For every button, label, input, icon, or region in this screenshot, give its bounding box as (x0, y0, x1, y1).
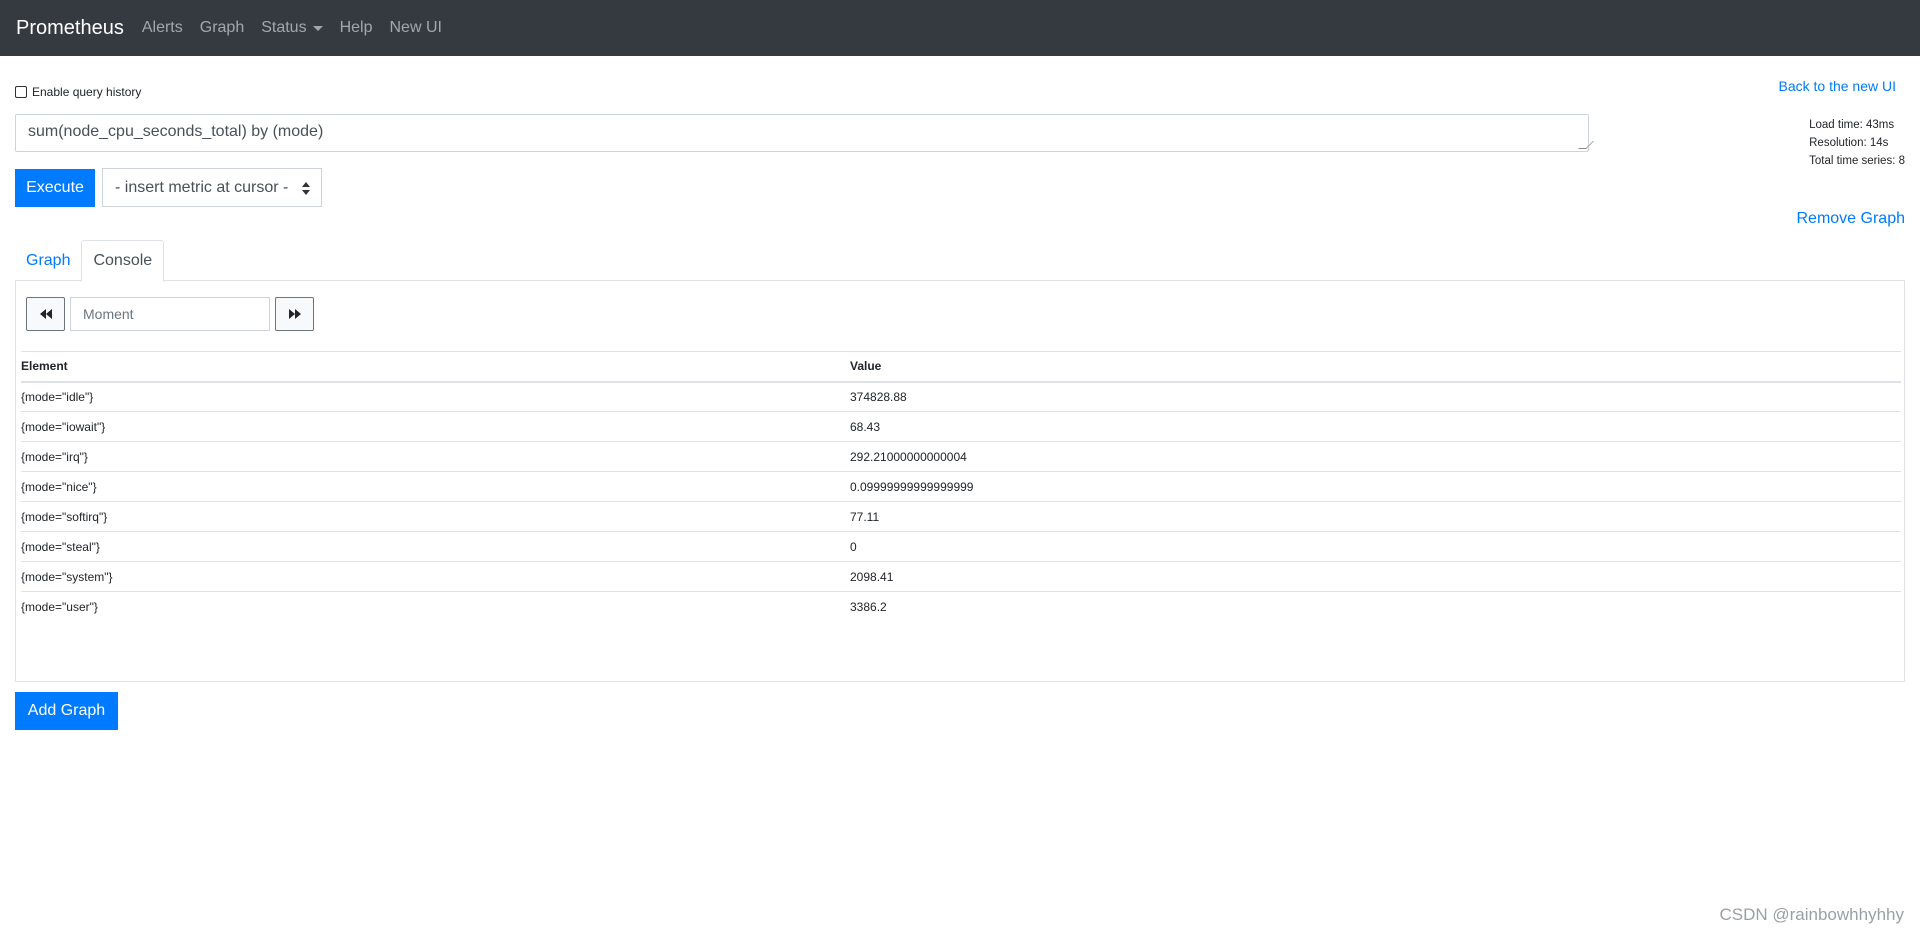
value-cell: 2098.41 (850, 561, 1901, 592)
table-row: {mode="nice"} 0.09999999999999999 (21, 471, 1901, 502)
chevron-down-icon (312, 25, 323, 31)
back-to-new-ui-link[interactable]: Back to the new UI (1778, 78, 1896, 94)
value-cell: 0 (850, 531, 1901, 562)
table-row: {mode="softirq"} 77.11 (21, 501, 1901, 532)
tab-graph[interactable]: Graph (15, 240, 81, 281)
nav-new-ui[interactable]: New UI (389, 19, 441, 37)
time-forward-button[interactable] (275, 297, 314, 331)
time-back-button[interactable] (26, 297, 65, 331)
query-history-label: Enable query history (32, 85, 142, 99)
element-cell: {mode="user"} (21, 591, 850, 622)
value-cell: 77.11 (850, 501, 1901, 532)
backward-icon (39, 309, 52, 319)
select-arrows-icon (302, 182, 310, 195)
nav-help[interactable]: Help (340, 19, 373, 37)
expression-input[interactable]: sum(node_cpu_seconds_total) by (mode) (15, 114, 1594, 152)
nav-status-label: Status (261, 19, 307, 36)
table-row: {mode="irq"} 292.21000000000004 (21, 441, 1901, 472)
console-panel: Moment Element Value {mode="idle"} 37482 (15, 280, 1905, 682)
query-stats: Load time: 43ms Resolution: 14s Total ti… (1809, 116, 1905, 170)
resize-handle-icon[interactable] (1578, 141, 1594, 149)
add-graph-button[interactable]: Add Graph (15, 692, 118, 730)
moment-input[interactable]: Moment (70, 297, 270, 331)
table-row: {mode="iowait"} 68.43 (21, 411, 1901, 442)
element-cell: {mode="softirq"} (21, 501, 850, 532)
column-header-value: Value (850, 351, 1901, 383)
moment-controls: Moment (26, 297, 314, 331)
forward-icon (288, 309, 301, 319)
tab-console[interactable]: Console (81, 240, 165, 282)
nav-status-dropdown[interactable]: Status (261, 19, 323, 37)
table-row: {mode="user"} 3386.2 (21, 591, 1901, 622)
watermark: CSDN @rainbowhhyhhy (1719, 905, 1904, 924)
column-header-element: Element (21, 351, 850, 383)
table-row: {mode="idle"} 374828.88 (21, 381, 1901, 412)
moment-placeholder: Moment (83, 306, 134, 322)
graph-tabs: Graph Console (15, 240, 1905, 282)
nav-graph[interactable]: Graph (200, 19, 244, 37)
element-cell: {mode="steal"} (21, 531, 850, 562)
table-row: {mode="steal"} 0 (21, 531, 1901, 562)
table-header-row: Element Value (21, 351, 1901, 383)
value-cell: 0.09999999999999999 (850, 471, 1901, 502)
table-row: {mode="system"} 2098.41 (21, 561, 1901, 592)
top-navbar: Prometheus Alerts Graph Status Help New … (0, 0, 1920, 56)
resolution: Resolution: 14s (1809, 137, 1889, 149)
element-cell: {mode="iowait"} (21, 411, 850, 442)
element-cell: {mode="nice"} (21, 471, 850, 502)
element-cell: {mode="idle"} (21, 381, 850, 412)
query-history-toggle[interactable]: Enable query history (15, 85, 141, 99)
results-table: Element Value {mode="idle"} 374828.88 {m… (21, 351, 1901, 622)
query-history-checkbox[interactable] (15, 86, 27, 98)
remove-graph-link[interactable]: Remove Graph (1797, 210, 1906, 228)
insert-metric-label: - insert metric at cursor - (115, 178, 289, 196)
brand-logo[interactable]: Prometheus (16, 17, 124, 40)
value-cell: 292.21000000000004 (850, 441, 1901, 472)
value-cell: 68.43 (850, 411, 1901, 442)
expression-text: sum(node_cpu_seconds_total) by (mode) (28, 123, 324, 140)
load-time: Load time: 43ms (1809, 119, 1895, 131)
nav-alerts[interactable]: Alerts (142, 19, 183, 37)
execute-button[interactable]: Execute (15, 169, 95, 207)
element-cell: {mode="system"} (21, 561, 850, 592)
value-cell: 374828.88 (850, 381, 1901, 412)
value-cell: 3386.2 (850, 591, 1901, 622)
insert-metric-select[interactable]: - insert metric at cursor - (102, 168, 322, 207)
element-cell: {mode="irq"} (21, 441, 850, 472)
total-time-series: Total time series: 8 (1809, 155, 1905, 167)
